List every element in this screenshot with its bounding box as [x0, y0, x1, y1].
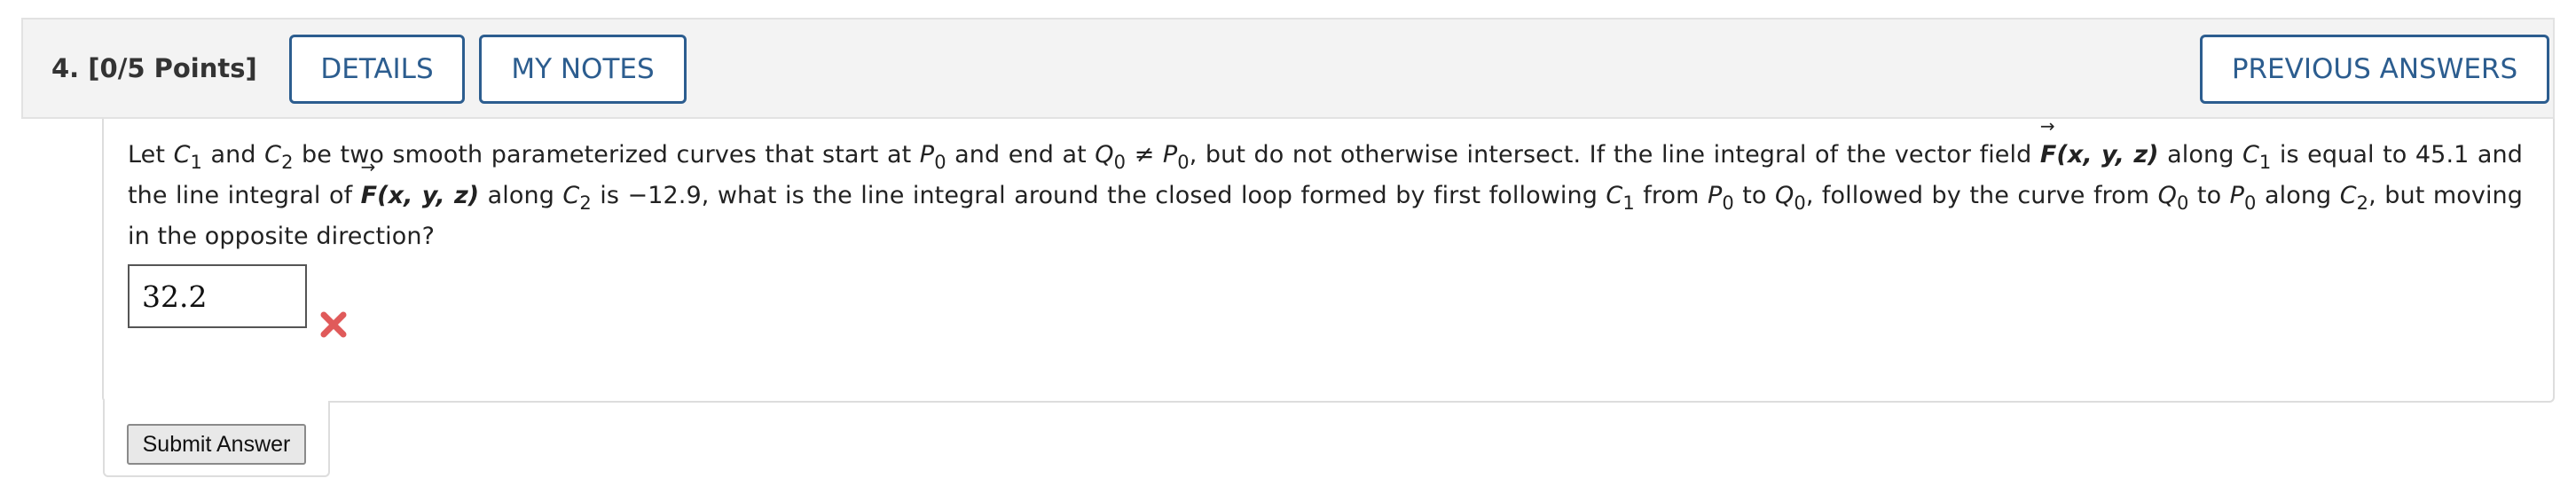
- details-button[interactable]: DETAILS: [289, 35, 465, 104]
- answer-input[interactable]: [128, 264, 307, 328]
- submit-answer-button[interactable]: Submit Answer: [127, 424, 306, 465]
- previous-answers-button[interactable]: PREVIOUS ANSWERS: [2200, 35, 2549, 104]
- vector-field-expression: F(x, y, z): [361, 158, 480, 209]
- question-header: 4. [0/5 Points] DETAILS MY NOTES PREVIOU…: [21, 18, 2555, 119]
- x-mark-icon: [320, 311, 347, 338]
- question-number-label: 4. [0/5 Points]: [51, 53, 257, 83]
- vector-field-expression: F(x, y, z): [2040, 117, 2159, 169]
- question-body-footer-join: [105, 397, 328, 404]
- my-notes-button[interactable]: MY NOTES: [479, 35, 687, 104]
- question-text: Let C1 and C2 be two smooth parameterize…: [128, 117, 2523, 257]
